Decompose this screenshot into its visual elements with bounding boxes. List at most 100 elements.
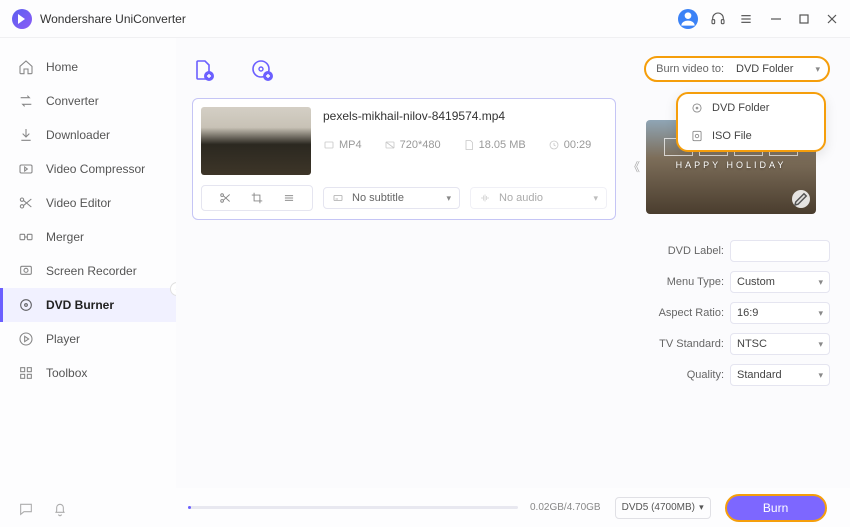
menu-type-select[interactable]: Custom▾ xyxy=(730,271,830,293)
chevron-down-icon: ▾ xyxy=(818,370,823,381)
burn-to-label: Burn video to: xyxy=(656,63,724,75)
sidebar-item-compressor[interactable]: Video Compressor xyxy=(0,152,176,186)
record-icon xyxy=(18,263,34,279)
chevron-down-icon: ▾ xyxy=(815,64,820,75)
chevron-down-icon: ▾ xyxy=(446,193,451,204)
app-logo-icon xyxy=(12,9,32,29)
audio-icon xyxy=(479,192,491,204)
duration-icon xyxy=(548,139,560,151)
quality-select[interactable]: Standard▾ xyxy=(730,364,830,386)
sidebar-item-toolbox[interactable]: Toolbox xyxy=(0,356,176,390)
file-duration: 00:29 xyxy=(564,139,592,151)
feedback-icon[interactable] xyxy=(18,501,34,517)
sidebar-item-label: Player xyxy=(46,332,80,346)
grid-icon xyxy=(18,365,34,381)
minimize-button[interactable] xyxy=(770,13,782,25)
sidebar-item-label: Video Editor xyxy=(46,196,111,210)
sidebar-item-label: Home xyxy=(46,60,78,74)
file-resolution: 720*480 xyxy=(400,139,441,151)
file-size: 18.05 MB xyxy=(479,139,526,151)
sidebar-item-player[interactable]: Player xyxy=(0,322,176,356)
sidebar-item-label: Toolbox xyxy=(46,366,87,380)
size-progress-bar xyxy=(188,506,518,509)
sidebar-item-label: Merger xyxy=(46,230,84,244)
chevron-down-icon: ▾ xyxy=(818,339,823,350)
merger-icon xyxy=(18,229,34,245)
sidebar-item-dvd-burner[interactable]: DVD Burner xyxy=(0,288,176,322)
option-label: ISO File xyxy=(712,130,752,142)
iso-icon xyxy=(690,129,704,143)
file-format: MP4 xyxy=(339,139,362,151)
file-name: pexels-mikhail-nilov-8419574.mp4 xyxy=(323,109,607,123)
edit-template-button[interactable] xyxy=(792,190,810,208)
notification-icon[interactable] xyxy=(52,501,68,517)
subtitle-value: No subtitle xyxy=(352,192,404,204)
filesize-icon xyxy=(463,139,475,151)
size-progress-text: 0.02GB/4.70GB xyxy=(530,502,601,513)
preview-prev-button[interactable]: 《 xyxy=(628,158,640,175)
compress-icon xyxy=(18,161,34,177)
video-thumbnail xyxy=(201,107,311,175)
chevron-down-icon: ▾ xyxy=(818,308,823,319)
bottom-bar: 0.02GB/4.70GB DVD5 (4700MB)▾ Burn xyxy=(0,488,850,527)
crop-icon[interactable] xyxy=(250,191,264,205)
tv-standard-label: TV Standard: xyxy=(644,338,724,350)
menu-type-label: Menu Type: xyxy=(644,276,724,288)
add-disc-icon[interactable] xyxy=(250,58,274,82)
disc-icon xyxy=(18,297,34,313)
folder-disc-icon xyxy=(690,101,704,115)
subtitle-icon xyxy=(332,192,344,204)
burn-to-option-iso[interactable]: ISO File xyxy=(678,122,824,150)
audio-value: No audio xyxy=(499,192,543,204)
quality-label: Quality: xyxy=(644,369,724,381)
burn-to-value: DVD Folder xyxy=(732,61,822,77)
sidebar-item-home[interactable]: Home xyxy=(0,50,176,84)
add-file-icon[interactable] xyxy=(192,58,216,82)
converter-icon xyxy=(18,93,34,109)
download-icon xyxy=(18,127,34,143)
trim-icon[interactable] xyxy=(218,191,232,205)
preview-caption: HAPPY HOLIDAY xyxy=(646,160,816,170)
sidebar-item-editor[interactable]: Video Editor xyxy=(0,186,176,220)
media-card: pexels-mikhail-nilov-8419574.mp4 MP4 720… xyxy=(192,98,616,220)
resolution-icon xyxy=(384,139,396,151)
title-bar: Wondershare UniConverter xyxy=(0,0,850,38)
sidebar-item-downloader[interactable]: Downloader xyxy=(0,118,176,152)
sidebar-item-label: Downloader xyxy=(46,128,110,142)
burn-to-selector[interactable]: Burn video to: DVD Folder ▾ DVD Folder I… xyxy=(644,56,830,82)
sidebar-item-recorder[interactable]: Screen Recorder xyxy=(0,254,176,288)
tv-standard-select[interactable]: NTSC▾ xyxy=(730,333,830,355)
aspect-ratio-label: Aspect Ratio: xyxy=(644,307,724,319)
subtitle-select[interactable]: No subtitle ▾ xyxy=(323,187,460,209)
audio-select[interactable]: No audio ▾ xyxy=(470,187,607,209)
burn-button[interactable]: Burn xyxy=(725,494,827,522)
sidebar: Home Converter Downloader Video Compress… xyxy=(0,38,176,488)
play-icon xyxy=(18,331,34,347)
maximize-button[interactable] xyxy=(798,13,810,25)
headset-icon[interactable] xyxy=(710,11,726,27)
home-icon xyxy=(18,59,34,75)
disk-type-select[interactable]: DVD5 (4700MB)▾ xyxy=(615,497,711,519)
chevron-down-icon: ▾ xyxy=(818,277,823,288)
burn-to-option-folder[interactable]: DVD Folder xyxy=(678,94,824,122)
sidebar-item-label: Screen Recorder xyxy=(46,264,137,278)
chevron-down-icon: ▾ xyxy=(593,193,598,204)
sidebar-item-converter[interactable]: Converter xyxy=(0,84,176,118)
aspect-ratio-select[interactable]: 16:9▾ xyxy=(730,302,830,324)
scissors-icon xyxy=(18,195,34,211)
user-avatar-icon[interactable] xyxy=(678,9,698,29)
sidebar-item-label: DVD Burner xyxy=(46,298,114,312)
burn-to-dropdown: DVD Folder ISO File xyxy=(676,92,826,152)
format-icon xyxy=(323,139,335,151)
main-content: Burn video to: DVD Folder ▾ DVD Folder I… xyxy=(176,38,850,488)
effects-icon[interactable] xyxy=(282,191,296,205)
option-label: DVD Folder xyxy=(712,102,769,114)
app-title: Wondershare UniConverter xyxy=(40,12,678,26)
menu-icon[interactable] xyxy=(738,11,754,27)
chevron-down-icon: ▾ xyxy=(699,502,704,513)
close-button[interactable] xyxy=(826,13,838,25)
dvd-label-label: DVD Label: xyxy=(644,245,724,257)
dvd-label-input[interactable] xyxy=(730,240,830,262)
sidebar-item-merger[interactable]: Merger xyxy=(0,220,176,254)
sidebar-item-label: Converter xyxy=(46,94,99,108)
